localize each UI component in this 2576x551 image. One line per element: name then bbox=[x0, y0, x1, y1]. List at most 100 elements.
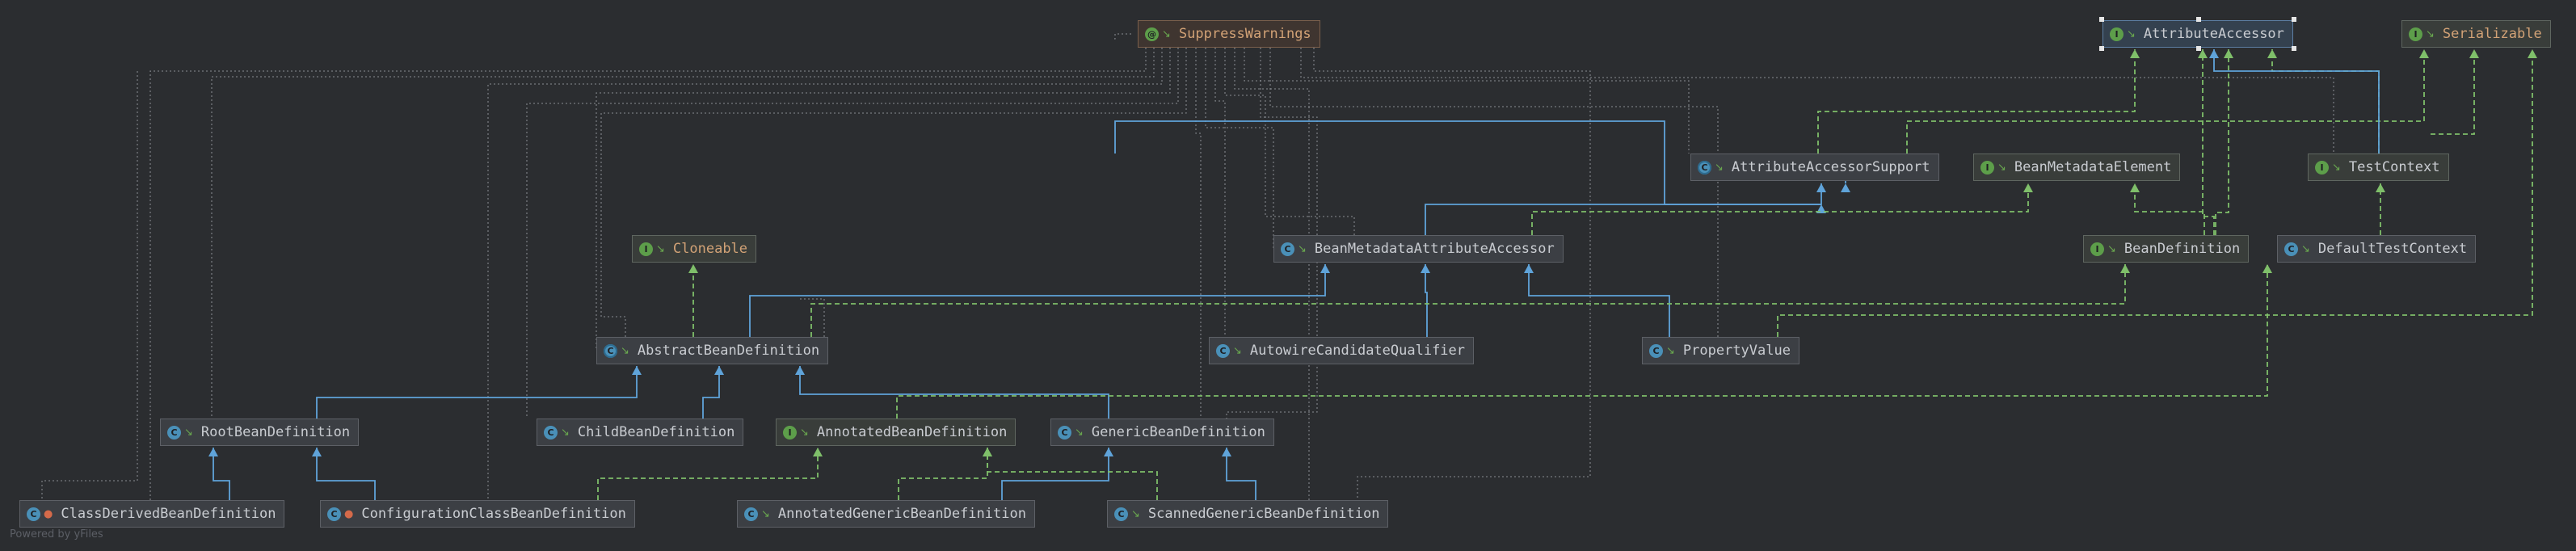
dependency-edge bbox=[596, 48, 1171, 351]
node-scanned-generic-bean-definition[interactable]: C ↘ ScannedGenericBeanDefinition bbox=[1107, 500, 1389, 528]
node-label: ConfigurationClassBeanDefinition bbox=[361, 506, 626, 522]
node-label: Serializable bbox=[2442, 26, 2542, 42]
selection-handle[interactable] bbox=[2196, 46, 2201, 51]
extends-edge bbox=[1528, 264, 1670, 337]
arrowhead bbox=[2267, 49, 2277, 58]
selection-handle[interactable] bbox=[2196, 17, 2201, 22]
dependency-edge bbox=[800, 298, 825, 337]
arrowhead bbox=[2130, 49, 2140, 58]
public-visibility-icon: ↘ bbox=[561, 426, 570, 439]
node-attribute-accessor[interactable]: I ↘ AttributeAccessor bbox=[2099, 17, 2296, 51]
implements-edge bbox=[1817, 49, 2136, 154]
public-visibility-icon: ↘ bbox=[621, 344, 629, 357]
interface-icon: I bbox=[2315, 160, 2329, 175]
arrowhead bbox=[795, 366, 805, 375]
interface-icon: I bbox=[783, 425, 797, 440]
arrowhead bbox=[2419, 49, 2429, 58]
implements-edge bbox=[896, 264, 2268, 419]
extends-edge bbox=[1425, 204, 1821, 235]
selection-handle[interactable] bbox=[2099, 46, 2104, 51]
dependency-edge bbox=[41, 71, 138, 500]
node-test-context[interactable]: I ↘ TestContext bbox=[2308, 154, 2449, 181]
implements-edge bbox=[987, 448, 1158, 500]
node-label: AttributeAccessor bbox=[2143, 26, 2284, 42]
selection-handle[interactable] bbox=[2099, 17, 2104, 22]
dependency-edge bbox=[1234, 48, 1310, 518]
node-annotated-generic-bean-definition[interactable]: C ↘ AnnotatedGenericBeanDefinition bbox=[737, 500, 1035, 528]
arrowhead bbox=[1320, 264, 1330, 273]
implements-edge bbox=[898, 448, 988, 500]
annotation-icon: @ bbox=[1145, 27, 1159, 41]
class-icon: C bbox=[744, 507, 758, 521]
selection-handle[interactable] bbox=[2291, 17, 2296, 22]
interface-icon: I bbox=[2110, 27, 2124, 41]
node-cloneable[interactable]: I ↘ Cloneable bbox=[632, 235, 757, 263]
node-annotated-bean-definition[interactable]: I ↘ AnnotatedBeanDefinition bbox=[776, 419, 1017, 446]
public-visibility-icon: ↘ bbox=[656, 242, 665, 255]
implements-edge bbox=[1777, 49, 2533, 337]
public-visibility-icon: ↘ bbox=[1233, 344, 1242, 357]
public-visibility-icon: ↘ bbox=[184, 426, 193, 439]
class-icon: C bbox=[167, 425, 181, 440]
class-icon: C bbox=[2284, 242, 2298, 256]
node-property-value[interactable]: C ↘ PropertyValue bbox=[1642, 337, 1799, 364]
public-visibility-icon: ↘ bbox=[2107, 242, 2116, 255]
public-visibility-icon: ↘ bbox=[800, 426, 809, 439]
arrowhead bbox=[632, 366, 642, 375]
dependency-edge bbox=[1195, 48, 1202, 427]
node-suppress-warnings[interactable]: @ ↘ SuppressWarnings bbox=[1138, 20, 1320, 48]
public-visibility-icon: ↘ bbox=[1131, 507, 1140, 520]
abstract-class-icon: C bbox=[604, 343, 617, 358]
public-visibility-icon: ↘ bbox=[1997, 161, 2006, 174]
public-visibility-icon: ↘ bbox=[2332, 161, 2341, 174]
arrowhead bbox=[2262, 264, 2272, 273]
class-icon: C bbox=[544, 425, 558, 440]
implements-edge bbox=[1531, 183, 2029, 235]
class-icon: C bbox=[1281, 242, 1294, 256]
arrowhead bbox=[1222, 448, 1231, 456]
implements-edge bbox=[2431, 49, 2475, 135]
dependency-edge bbox=[1205, 48, 1274, 249]
public-visibility-icon: ↘ bbox=[2301, 242, 2310, 255]
node-class-derived-bean-definition[interactable]: C ● ClassDerivedBeanDefinition bbox=[19, 500, 285, 528]
arrowhead bbox=[2469, 49, 2479, 58]
node-label: PropertyValue bbox=[1682, 343, 1791, 359]
arrowhead bbox=[1841, 183, 1850, 192]
yfiles-footer: Powered by yFiles bbox=[10, 528, 103, 540]
node-generic-bean-definition[interactable]: C ↘ GenericBeanDefinition bbox=[1050, 419, 1274, 446]
dependency-edge bbox=[1224, 48, 1355, 235]
node-abstract-bean-definition[interactable]: C ↘ AbstractBeanDefinition bbox=[596, 337, 829, 364]
extends-edge bbox=[2213, 49, 2380, 154]
node-bean-metadata-attribute-accessor[interactable]: C ↘ BeanMetadataAttributeAccessor bbox=[1273, 235, 1564, 263]
selection-handle[interactable] bbox=[2291, 46, 2296, 51]
public-visibility-icon: ↘ bbox=[2127, 27, 2136, 40]
public-visibility-icon: ↘ bbox=[1298, 242, 1307, 255]
implements-edge bbox=[1906, 49, 2425, 154]
node-label: AutowireCandidateQualifier bbox=[1249, 343, 1466, 359]
node-bean-definition[interactable]: I ↘ BeanDefinition bbox=[2083, 235, 2250, 263]
node-label: SuppressWarnings bbox=[1178, 26, 1311, 42]
arrowhead bbox=[688, 264, 698, 273]
abstract-class-icon: C bbox=[1698, 160, 1711, 175]
arrowhead bbox=[312, 448, 322, 456]
arrowhead bbox=[1421, 264, 1430, 273]
extends-edge bbox=[316, 448, 376, 500]
extends-edge bbox=[1226, 448, 1256, 500]
diagram-edges bbox=[41, 33, 2537, 518]
node-root-bean-definition[interactable]: C ↘ RootBeanDefinition bbox=[160, 419, 360, 446]
interface-icon: I bbox=[2090, 242, 2104, 256]
arrowhead bbox=[983, 448, 992, 456]
node-bean-metadata-element[interactable]: I ↘ BeanMetadataElement bbox=[1973, 154, 2181, 181]
class-icon: C bbox=[1216, 343, 1230, 358]
node-label: RootBeanDefinition bbox=[200, 424, 351, 440]
node-attribute-accessor-support[interactable]: C ↘ AttributeAccessorSupport bbox=[1690, 154, 1939, 181]
implements-edge bbox=[2134, 183, 2205, 235]
package-private-visibility-icon: ● bbox=[344, 507, 354, 520]
node-serializable[interactable]: I ↘ Serializable bbox=[2401, 20, 2551, 48]
node-label: AnnotatedBeanDefinition bbox=[816, 424, 1008, 440]
node-default-test-context[interactable]: C ↘ DefaultTestContext bbox=[2277, 235, 2477, 263]
node-label: ScannedGenericBeanDefinition bbox=[1147, 506, 1380, 522]
node-configuration-class-bean-definition[interactable]: C ● ConfigurationClassBeanDefinition bbox=[320, 500, 635, 528]
node-autowire-candidate-qualifier[interactable]: C ↘ AutowireCandidateQualifier bbox=[1209, 337, 1475, 364]
node-child-bean-definition[interactable]: C ↘ ChildBeanDefinition bbox=[537, 419, 744, 446]
